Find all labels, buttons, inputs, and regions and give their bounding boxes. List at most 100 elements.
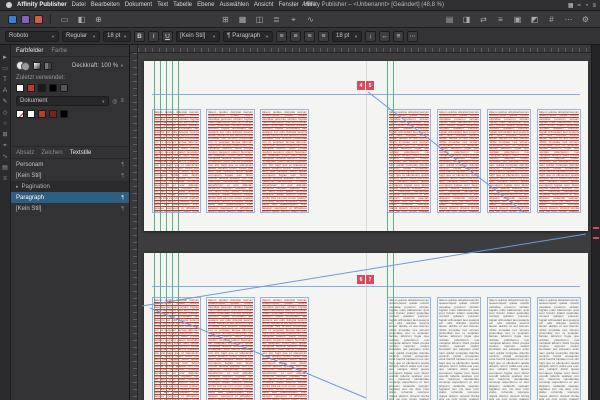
recent-swatch[interactable] [49, 84, 57, 92]
display-icon[interactable]: ▦ [568, 2, 574, 9]
swatch-category-select[interactable]: Dokument ▼ [16, 96, 110, 106]
publisher-persona-button[interactable] [8, 14, 17, 24]
battery-icon[interactable]: ◔ [585, 3, 589, 9]
menu-auswaehlen[interactable]: Auswählen [219, 2, 248, 8]
font-size-select[interactable]: 18 pt ▼ [103, 30, 131, 42]
spread-pages-4-5[interactable]: 4 5 Itatem quidus doluptat laccum quaece… [144, 61, 588, 231]
picture-frame-tool[interactable]: ⌖ [3, 142, 6, 150]
text-column[interactable]: Itatem quidus doluptat laccum quaecerspe… [487, 297, 531, 400]
tab-textstile[interactable]: Textstile [70, 150, 92, 156]
menu-datei[interactable]: Datei [72, 2, 86, 8]
paragraph-style-select[interactable]: ¶ Paragraph ▼ [223, 30, 273, 42]
grid-icon[interactable]: # [545, 15, 558, 24]
character-style-select[interactable]: [Kein Stil] ▼ [176, 30, 220, 42]
split-view-icon[interactable]: ◫ [253, 15, 266, 24]
open-icon[interactable]: ◧ [75, 15, 88, 24]
rectangle-tool[interactable]: ⊞ [2, 131, 7, 139]
artistic-text-tool[interactable]: T [3, 76, 7, 84]
menu-text[interactable]: Text [157, 2, 168, 8]
align-left-button[interactable]: ≡ [276, 30, 287, 42]
font-family-select[interactable]: Roboto ▼ [5, 30, 59, 42]
recent-swatch[interactable] [27, 84, 35, 92]
more-options-icon[interactable]: ⋯ [407, 30, 418, 42]
recent-swatch[interactable] [16, 84, 24, 92]
menu-tabelle[interactable]: Tabelle [173, 2, 192, 8]
preview-mode-icon[interactable]: ▦ [236, 15, 249, 24]
opacity-control[interactable]: Deckkraft: 100 % ▼ [72, 63, 124, 69]
colour-picker-tool[interactable]: ▤ [2, 164, 8, 172]
text-column[interactable]: Itatem quidus doluptat laccum quaecerspe… [437, 297, 481, 400]
frame-text-tool[interactable]: ▭ [2, 65, 8, 73]
text-column[interactable]: Itatem quidus doluptat laccum quaecerspe… [152, 109, 201, 213]
more-icon[interactable]: ⋯ [562, 15, 575, 24]
curves-icon[interactable]: ∿ [304, 15, 317, 24]
settings-icon[interactable]: ⚙ [579, 15, 592, 24]
document-swatch[interactable] [49, 110, 57, 118]
vector-crop-tool[interactable]: ∿ [2, 153, 7, 161]
spread-pages-6-7[interactable]: 6 7 Itatem quidus doluptat laccum quaece… [144, 253, 588, 400]
guides-icon[interactable]: ▣ [511, 15, 524, 24]
text-column[interactable]: Itatem quidus doluptat laccum quaecerspe… [206, 109, 255, 213]
document-swatch[interactable] [38, 110, 46, 118]
apple-menu-icon[interactable] [6, 2, 12, 8]
none-swatch[interactable] [16, 110, 24, 118]
align-right-button[interactable]: ≡ [304, 30, 315, 42]
vertical-ruler[interactable] [130, 53, 138, 400]
snapping-icon[interactable]: ⊞ [219, 15, 232, 24]
tab-farbe[interactable]: Farbe [51, 48, 67, 54]
leading-select[interactable]: 18 pt ▼ [332, 30, 362, 42]
text-style-group-pagination[interactable]: ▸ Pagination [11, 181, 129, 192]
underline-button[interactable]: U [162, 30, 173, 42]
text-column[interactable]: Itatem quidus doluptat laccum quaecerspe… [387, 297, 431, 400]
menu-app[interactable]: Affinity Publisher [17, 2, 67, 8]
search-icon[interactable]: ◎ [112, 98, 117, 105]
tab-zeichen[interactable]: Zeichen [41, 150, 62, 156]
ellipse-tool[interactable]: ○ [3, 120, 7, 128]
menu-ansicht[interactable]: Ansicht [254, 2, 274, 8]
text-column[interactable]: Itatem quidus doluptat laccum quaecerspe… [260, 297, 309, 400]
leading-icon[interactable]: ↕ [365, 30, 376, 42]
right-panel-strip[interactable] [591, 45, 600, 400]
text-style-item[interactable]: [Kein Stil] ¶ [11, 170, 129, 181]
bitmap-fill-icon[interactable] [44, 61, 52, 70]
font-style-select[interactable]: Regular ▼ [62, 30, 100, 42]
menu-fenster[interactable]: Fenster [279, 2, 299, 8]
align-justify-button[interactable]: ≡ [318, 30, 329, 42]
text-column[interactable]: Itatem quidus doluptat laccum quaecerspe… [537, 109, 581, 213]
text-column[interactable]: Itatem quidus doluptat laccum quaecerspe… [537, 297, 581, 400]
view-tool[interactable]: ≡ [3, 175, 7, 183]
page-number-badge[interactable]: 4 5 [357, 81, 374, 90]
gradient-fill-icon[interactable] [33, 61, 41, 70]
menu-bearbeiten[interactable]: Bearbeiten [91, 2, 120, 8]
place-icon[interactable]: ⊕ [92, 15, 105, 24]
pen-tool[interactable]: ✎ [2, 98, 7, 106]
table-tool[interactable]: A [3, 87, 7, 95]
wifi-icon[interactable]: ≈ [578, 3, 581, 9]
text-column[interactable]: Itatem quidus doluptat laccum quaecerspe… [260, 109, 309, 213]
node-tool[interactable]: ◇ [3, 109, 8, 117]
tab-farbfelder[interactable]: Farbfelder [16, 48, 43, 54]
text-column[interactable]: Itatem quidus doluptat laccum quaecerspe… [437, 109, 481, 213]
italic-button[interactable]: I [148, 30, 159, 42]
tab-absatz[interactable]: Absatz [16, 150, 34, 156]
menu-ebene[interactable]: Ebene [197, 2, 214, 8]
photo-persona-button[interactable] [34, 14, 43, 24]
panel-menu-icon[interactable]: ≡ [120, 98, 124, 104]
order-icon[interactable]: ▤ [443, 15, 456, 24]
tracking-icon[interactable]: ↔ [379, 30, 390, 42]
recent-swatch[interactable] [60, 84, 68, 92]
document-swatch[interactable] [27, 110, 35, 118]
text-panel-icon[interactable]: ≡ [494, 15, 507, 24]
flip-icon[interactable]: ⇄ [477, 15, 490, 24]
margins-icon[interactable]: ◩ [528, 15, 541, 24]
text-column[interactable]: Itatem quidus doluptat laccum quaecerspe… [387, 109, 431, 213]
move-tool[interactable]: ► [2, 54, 8, 62]
page-number-badge[interactable]: 6 7 [357, 275, 374, 284]
document-swatch[interactable] [60, 110, 68, 118]
bold-button[interactable]: B [134, 30, 145, 42]
text-column[interactable]: Itatem quidus doluptat laccum quaecerspe… [206, 297, 255, 400]
text-style-item[interactable]: [Kein Stil] ¶ [11, 203, 129, 214]
align-center-button[interactable]: ≡ [290, 30, 301, 42]
control-center-icon[interactable]: ≡ [592, 3, 596, 9]
menu-dokument[interactable]: Dokument [125, 2, 152, 8]
